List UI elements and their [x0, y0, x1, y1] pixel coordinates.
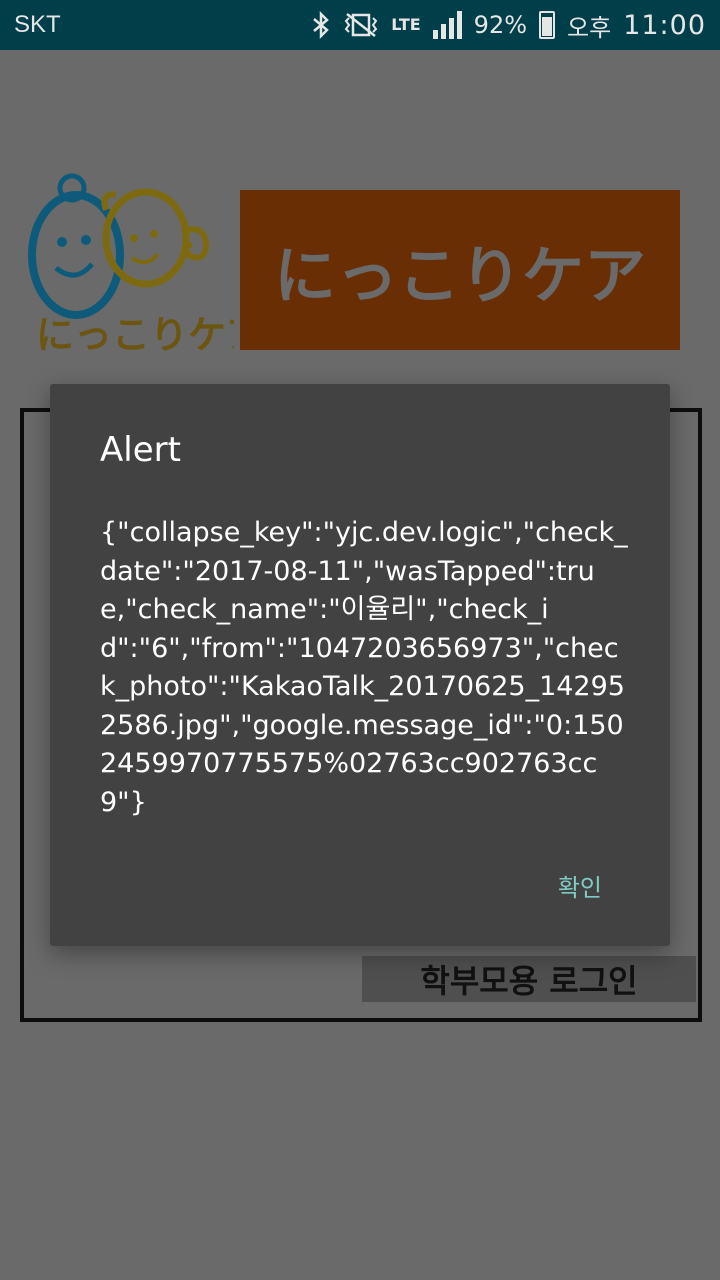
carrier-label: SKT [14, 11, 61, 38]
app-logo: にっこりケア [28, 160, 264, 360]
signal-icon [432, 11, 462, 39]
lte-icon: LTE [391, 15, 421, 34]
ok-button[interactable]: 확인 [554, 862, 606, 909]
banner-title: にっこりケア [273, 239, 646, 312]
dialog-message: {"collapse_key":"yjc.dev.logic","check_d… [100, 517, 628, 818]
alert-dialog: Alert {"collapse_key":"yjc.dev.logic","c… [50, 384, 670, 946]
vibrate-icon [343, 12, 379, 38]
battery-charging-icon [539, 11, 556, 39]
app-banner: にっこりケア [240, 190, 680, 350]
lte-label: LTE [391, 15, 421, 34]
logo-text: にっこりケア [36, 313, 234, 357]
ampm-label: 오후 [567, 13, 612, 42]
status-bar: SKT LTE 92% 오후 11:00 [0, 0, 720, 50]
battery-percent: 92% [473, 11, 528, 39]
clock: 11:00 [623, 9, 706, 41]
dialog-title: Alert [100, 430, 181, 470]
bluetooth-icon [311, 11, 331, 39]
status-icons: LTE 92% 오후 11:00 [311, 8, 706, 43]
parent-login-button[interactable]: 학부모용 로그인 [362, 956, 696, 1002]
